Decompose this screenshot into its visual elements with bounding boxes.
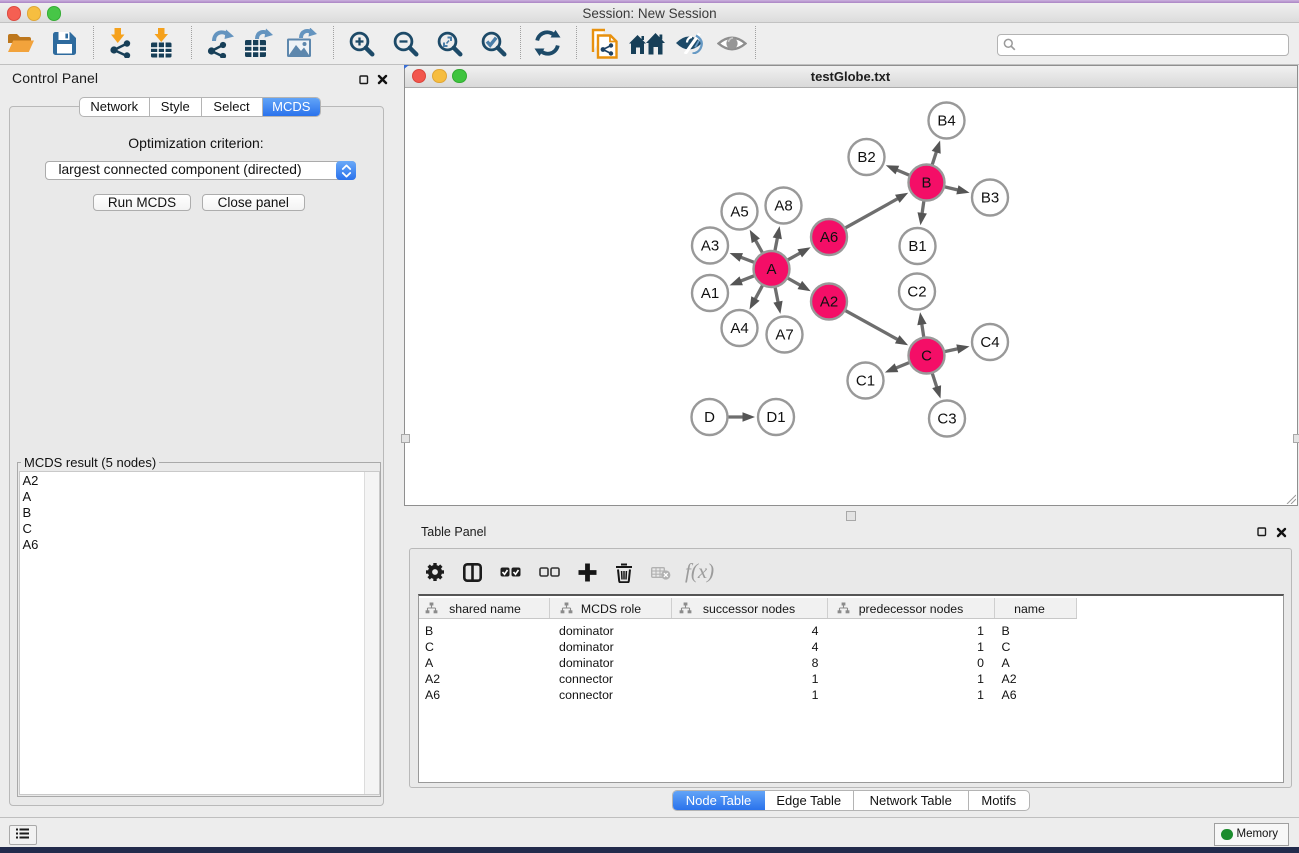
svg-text:C1: C1 [856,373,875,390]
svg-text:B4: B4 [937,113,955,130]
svg-text:A7: A7 [775,327,793,344]
svg-text:C3: C3 [937,411,956,428]
svg-text:C4: C4 [980,334,999,351]
svg-text:D1: D1 [766,409,785,426]
svg-text:B3: B3 [981,190,999,207]
svg-text:A5: A5 [730,204,748,221]
svg-text:B1: B1 [908,238,926,255]
svg-text:B2: B2 [857,149,875,166]
svg-text:A2: A2 [820,294,838,311]
svg-text:A1: A1 [701,285,719,302]
svg-text:D: D [704,409,715,426]
svg-text:C: C [921,348,932,365]
svg-text:A: A [766,261,776,278]
svg-text:C2: C2 [907,284,926,301]
svg-text:A4: A4 [730,320,748,337]
svg-text:A6: A6 [820,229,838,246]
svg-text:B: B [921,175,931,192]
svg-text:A3: A3 [701,238,719,255]
svg-text:A8: A8 [774,198,792,215]
